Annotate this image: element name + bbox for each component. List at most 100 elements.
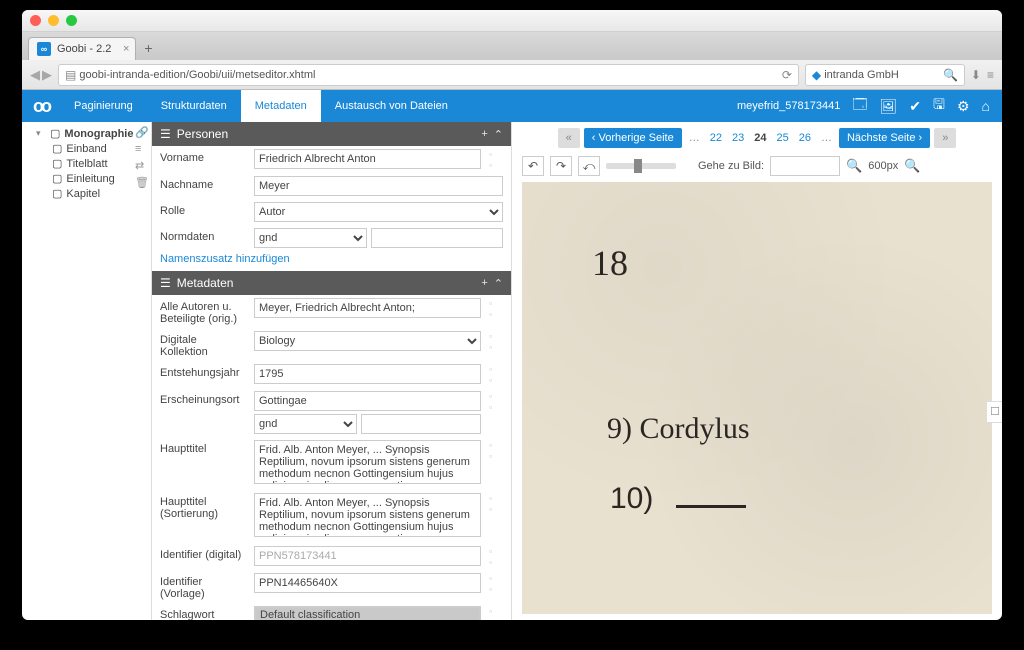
first-page-button[interactable]: « [558, 128, 580, 148]
url-input[interactable]: ▤ goobi-intranda-edition/Goobi/uii/metse… [58, 64, 799, 86]
page-icon: ▤ [65, 68, 76, 82]
nav-paginierung[interactable]: Paginierung [60, 90, 147, 122]
tree-root[interactable]: ▾▢ Monographie [24, 126, 149, 141]
browser-tab[interactable]: ∞ Goobi - 2.2 × [28, 37, 136, 60]
section-personen: ☰ Personen + ⌃ [152, 122, 511, 146]
undo-icon[interactable]: ⤺ [578, 156, 600, 176]
zoom-slider[interactable] [606, 163, 676, 169]
section-metadaten: ☰ Metadaten + ⌃ [152, 271, 511, 295]
validate-icon[interactable]: ✔ [909, 98, 921, 115]
goto-label: Gehe zu Bild: [698, 160, 764, 172]
listbox-schlagwort[interactable]: Default classification Classification 1 … [254, 606, 481, 620]
save-icon[interactable]: 🖫 [933, 94, 945, 118]
home-icon[interactable]: ⌂ [982, 98, 990, 114]
forward-icon[interactable]: ▶ [42, 67, 52, 83]
tree-item[interactable]: ▢ Titelblatt [24, 156, 149, 171]
prev-page-button[interactable]: ‹ Vorherige Seite [584, 128, 682, 148]
input-id-digital[interactable] [254, 546, 481, 566]
label-schlagwort: Schlagwort [160, 606, 246, 620]
collapse-icon[interactable]: ⌃ [494, 277, 503, 290]
new-tab-button[interactable]: + [136, 36, 160, 60]
label-id-vorlage: Identifier (Vorlage) [160, 573, 246, 600]
tree-item[interactable]: ▢ Kapitel [24, 186, 149, 201]
gear-icon[interactable]: ⚙ [957, 98, 970, 115]
mac-titlebar [22, 10, 1002, 32]
select-rolle[interactable]: Autor [254, 202, 503, 222]
label-rolle: Rolle [160, 202, 246, 222]
select-normdaten[interactable]: gnd [254, 228, 367, 248]
input-jahr[interactable] [254, 364, 481, 384]
structure-tree: ▾▢ Monographie ▢ Einband ▢ Titelblatt ▢ … [22, 122, 152, 620]
close-tab-icon[interactable]: × [123, 43, 129, 55]
scan-image[interactable]: 18 9) Cordylus 10) [522, 182, 992, 614]
appbar: oo Paginierung Strukturdaten Metadaten A… [22, 90, 1002, 122]
browser-tabbar: ∞ Goobi - 2.2 × + [22, 32, 1002, 60]
browser-search-input[interactable]: ◆ intranda GmbH 🔍 [805, 64, 965, 86]
link-icon[interactable]: 🔗 [135, 126, 149, 139]
page-22[interactable]: 22 [707, 132, 725, 144]
reload-icon[interactable]: ⟳ [782, 68, 792, 82]
zoom-value: 600px [868, 160, 898, 172]
select-kollektion[interactable]: Biology [254, 331, 481, 351]
input-nachname[interactable] [254, 176, 503, 196]
label-nachname: Nachname [160, 176, 246, 196]
tree-item[interactable]: ▢ Einleitung [24, 171, 149, 186]
goto-input[interactable] [770, 156, 840, 176]
rotate-right-icon[interactable]: ↷ [550, 156, 572, 176]
rotate-left-icon[interactable]: ↶ [522, 156, 544, 176]
input-alle-autoren[interactable] [254, 298, 481, 318]
input-ort[interactable] [254, 391, 481, 411]
search-engine-icon: ◆ [812, 68, 821, 82]
add-icon[interactable]: + [481, 128, 487, 140]
collapse-icon[interactable]: ⌃ [494, 128, 503, 141]
input-ort-norm-value[interactable] [361, 414, 481, 434]
add-suffix-link[interactable]: Namenszusatz hinzufügen [152, 251, 511, 271]
textarea-haupttitel-sort[interactable]: Frid. Alb. Anton Meyer, ... Synopsis Rep… [254, 493, 481, 537]
search-icon[interactable]: 🔍 [846, 158, 862, 174]
bookmark-icon[interactable]: ☐ [986, 401, 1002, 423]
back-icon[interactable]: ◀ [30, 67, 40, 83]
page-26[interactable]: 26 [796, 132, 814, 144]
address-bar: ◀▶ ▤ goobi-intranda-edition/Goobi/uii/me… [22, 60, 1002, 90]
page-25[interactable]: 25 [773, 132, 791, 144]
label-kollektion: Digitale Kollektion [160, 331, 246, 358]
page-23[interactable]: 23 [729, 132, 747, 144]
favicon-icon: ∞ [37, 42, 51, 56]
page-current: 24 [751, 132, 769, 144]
images-icon[interactable]: 🗔 [852, 94, 867, 118]
search-text: intranda GmbH [824, 69, 899, 81]
nav-strukturdaten[interactable]: Strukturdaten [147, 90, 241, 122]
hamburger-icon[interactable]: ☰ [160, 127, 171, 141]
close-window-button[interactable] [30, 15, 41, 26]
zoom-icon[interactable]: 🔍 [904, 158, 920, 174]
nav-austausch[interactable]: Austausch von Dateien [321, 90, 462, 122]
gallery-icon[interactable]: 🖼 [880, 98, 898, 115]
label-haupttitel: Haupttitel [160, 440, 246, 487]
swap-icon[interactable]: ⇄ [135, 159, 149, 172]
fullscreen-window-button[interactable] [66, 15, 77, 26]
chevron-down-icon: ▾ [36, 128, 46, 139]
delete-icon[interactable]: 🗑 [135, 176, 149, 189]
tree-item[interactable]: ▢ Einband [24, 141, 149, 156]
hamburger-icon[interactable]: ☰ [160, 276, 171, 290]
add-icon[interactable]: + [481, 277, 487, 289]
viewer-toolbar: ↶ ↷ ⤺ Gehe zu Bild: 🔍 600px 🔍 [522, 156, 992, 176]
doc-id-label: meyefrid_578173441 [737, 100, 840, 112]
input-normdaten-value[interactable] [371, 228, 503, 248]
list-icon[interactable]: ≡ [135, 143, 149, 155]
input-id-vorlage[interactable] [254, 573, 481, 593]
label-id-digital: Identifier (digital) [160, 546, 246, 567]
textarea-haupttitel[interactable]: Frid. Alb. Anton Meyer, ... Synopsis Rep… [254, 440, 481, 484]
app-logo[interactable]: oo [22, 90, 60, 122]
minimize-window-button[interactable] [48, 15, 59, 26]
label-haupttitel-sort: Haupttitel (Sortierung) [160, 493, 246, 540]
url-text: goobi-intranda-edition/Goobi/uii/metsedi… [79, 69, 315, 81]
last-page-button[interactable]: » [934, 128, 956, 148]
input-vorname[interactable] [254, 149, 481, 169]
menu-icon[interactable]: ≡ [987, 68, 994, 82]
next-page-button[interactable]: Nächste Seite › [839, 128, 930, 148]
download-icon[interactable]: ⬇ [971, 68, 981, 82]
nav-metadaten[interactable]: Metadaten [241, 90, 321, 122]
select-ort-norm[interactable]: gnd [254, 414, 357, 434]
search-icon[interactable]: 🔍 [943, 68, 958, 82]
